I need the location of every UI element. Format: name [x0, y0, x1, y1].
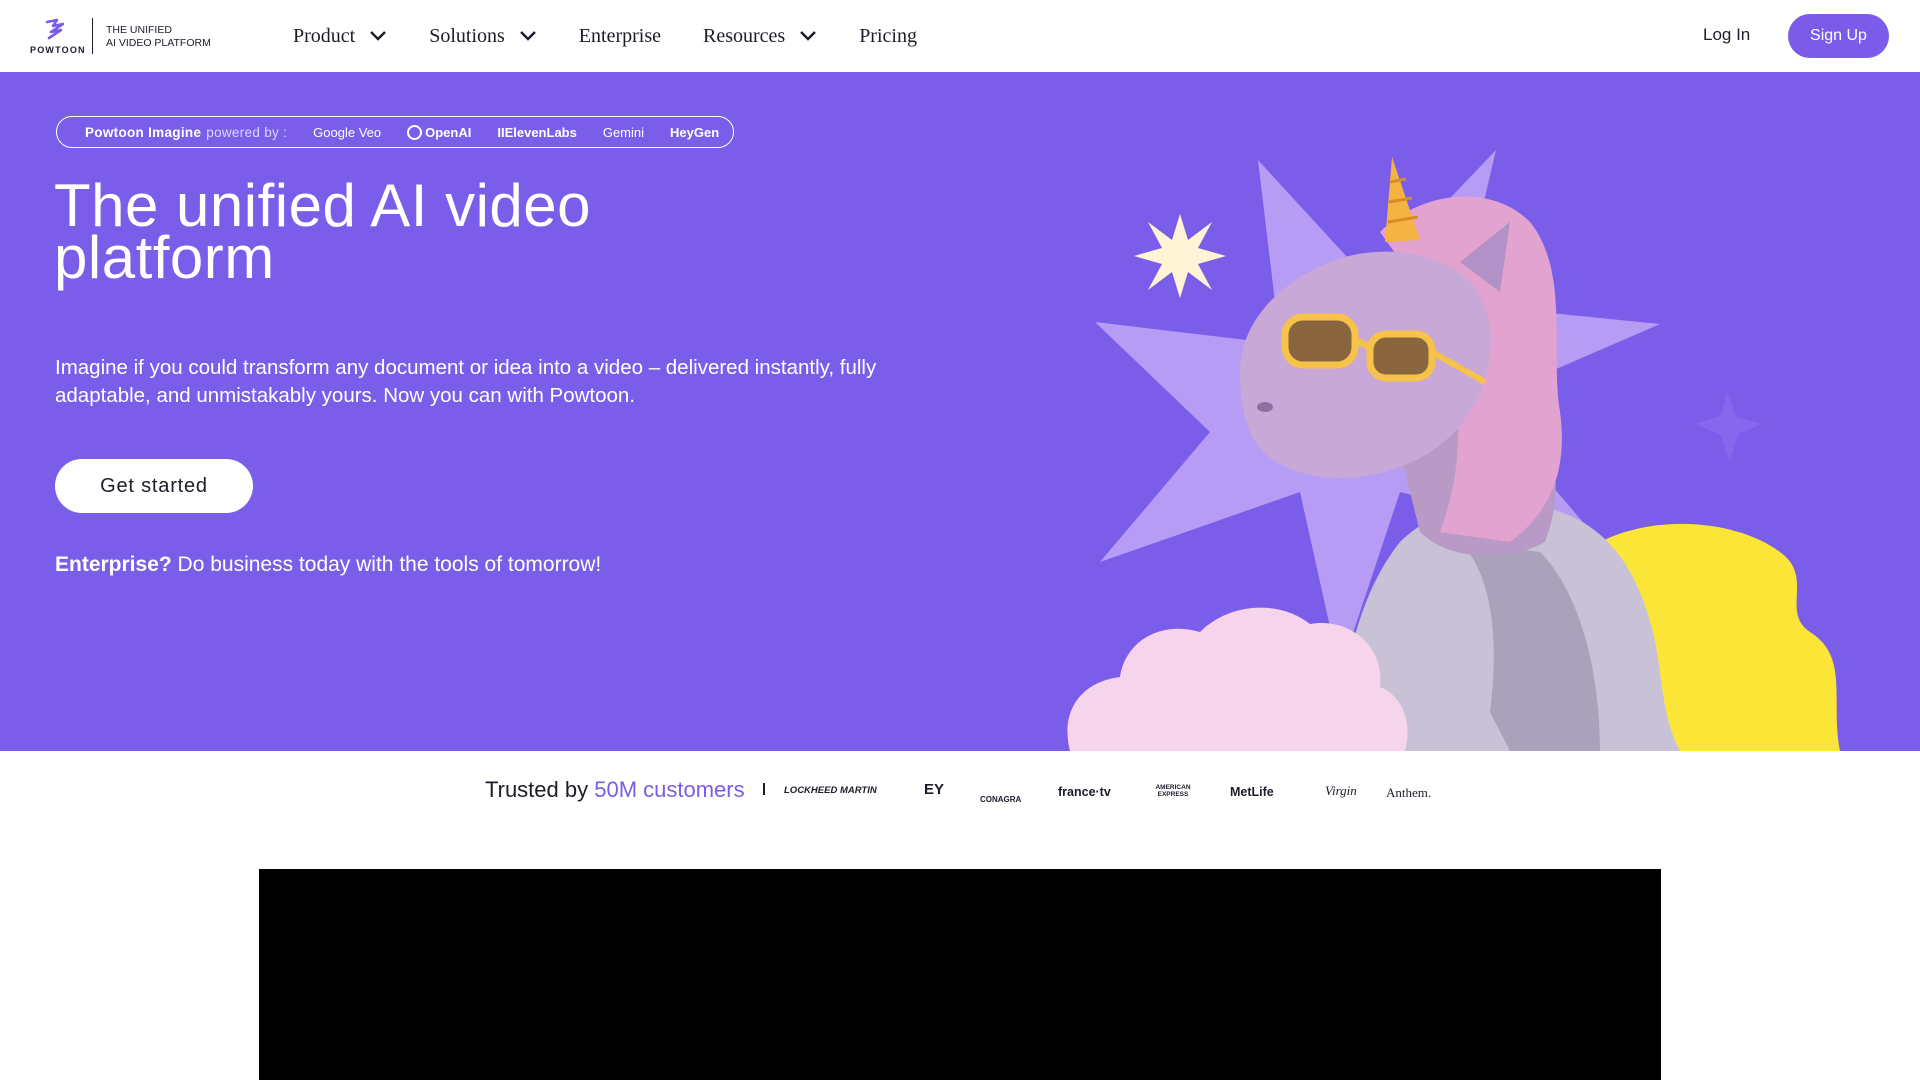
- pink-cloud-shape: [1067, 607, 1408, 751]
- video-player[interactable]: [259, 869, 1661, 1080]
- powtoon-logo[interactable]: POWTOON: [30, 18, 85, 56]
- enterprise-text: Do business today with the tools of tomo…: [171, 553, 602, 576]
- main-nav: Product Solutions Enterprise Resources P…: [293, 0, 959, 72]
- logo-lockheed-martin: LOCKHEED MARTIN: [784, 785, 877, 796]
- partner-google-veo: Google Veo: [313, 124, 382, 140]
- pill-powered-by: powered by :: [206, 124, 288, 140]
- logo-ey: EY: [924, 781, 945, 798]
- nav-enterprise[interactable]: Enterprise: [579, 25, 661, 48]
- hero-title: The unified AI video platform: [54, 172, 592, 291]
- chevron-down-icon: [370, 31, 387, 41]
- openai-icon: [407, 124, 423, 140]
- partner-openai: OpenAI: [407, 124, 472, 140]
- header-tagline: THE UNIFIED AI VIDEO PLATFORM: [106, 24, 226, 50]
- partner-heygen: HeyGen: [670, 124, 720, 140]
- logo-france-tv: france·tv: [1058, 785, 1111, 799]
- pill-brand: Powtoon Imagine: [85, 124, 202, 140]
- trusted-prefix: Trusted by: [485, 777, 595, 802]
- get-started-button[interactable]: Get started: [55, 459, 253, 513]
- nav-solutions-label: Solutions: [429, 24, 505, 47]
- partner-gemini: Gemini: [602, 124, 645, 140]
- nav-pricing-label: Pricing: [859, 24, 917, 47]
- trusted-text: Trusted by 50M customers: [485, 777, 745, 803]
- sparkle-icon: [1134, 214, 1226, 298]
- trusted-highlight: 50M customers: [594, 777, 745, 802]
- nav-product[interactable]: Product: [293, 25, 387, 48]
- nav-enterprise-label: Enterprise: [578, 24, 661, 47]
- partner-elevenlabs: IIElevenLabs: [497, 124, 577, 140]
- powtoon-logo-icon: [45, 18, 65, 40]
- sunglasses-right-lens: [1366, 330, 1436, 382]
- nav-resources-label: Resources: [702, 24, 786, 47]
- enterprise-bold: Enterprise?: [55, 553, 172, 576]
- signup-button[interactable]: Sign Up: [1788, 14, 1889, 58]
- logo-metlife: MetLife: [1230, 785, 1274, 799]
- chevron-down-icon: [800, 31, 817, 41]
- faint-star-shape: [1694, 392, 1762, 462]
- logo-anthem: Anthem.: [1386, 785, 1432, 800]
- nav-solutions[interactable]: Solutions: [429, 25, 537, 48]
- hero-subtitle: Imagine if you could transform any docum…: [55, 356, 877, 407]
- nav-pricing[interactable]: Pricing: [859, 25, 917, 48]
- nav-resources[interactable]: Resources: [703, 25, 817, 48]
- site-header: POWTOON THE UNIFIED AI VIDEO PLATFORM Pr…: [0, 0, 1920, 72]
- nostril-shape: [1257, 402, 1273, 412]
- trusted-bar: Trusted by 50M customers LOCKHEED MARTIN…: [0, 751, 1920, 869]
- chevron-down-icon: [519, 31, 536, 41]
- nav-product-label: Product: [293, 24, 356, 47]
- logo-divider: [92, 18, 93, 54]
- tagline-line-2: AI VIDEO PLATFORM: [106, 37, 211, 49]
- hero-section: Powtoon Imagine powered by : Google Veo …: [0, 72, 1920, 751]
- logo-wordmark: POWTOON: [30, 45, 86, 55]
- powered-by-pill: Powtoon Imagine powered by : Google Veo …: [56, 116, 734, 148]
- sunglasses-left-lens: [1281, 313, 1359, 369]
- unicorn-illustration: [1067, 150, 1840, 751]
- logo-conagra: CONAGRA: [980, 795, 1022, 804]
- partner-openai-label: OpenAI: [425, 124, 472, 140]
- trusted-separator: [763, 783, 765, 795]
- login-link[interactable]: Log In: [1703, 25, 1750, 45]
- tagline-line-1: THE UNIFIED: [106, 24, 172, 36]
- enterprise-line[interactable]: Enterprise? Do business today with the t…: [55, 553, 601, 577]
- logo-virgin: Virgin: [1325, 783, 1357, 798]
- logo-american-express: AMERICAN EXPRESS: [1155, 784, 1191, 798]
